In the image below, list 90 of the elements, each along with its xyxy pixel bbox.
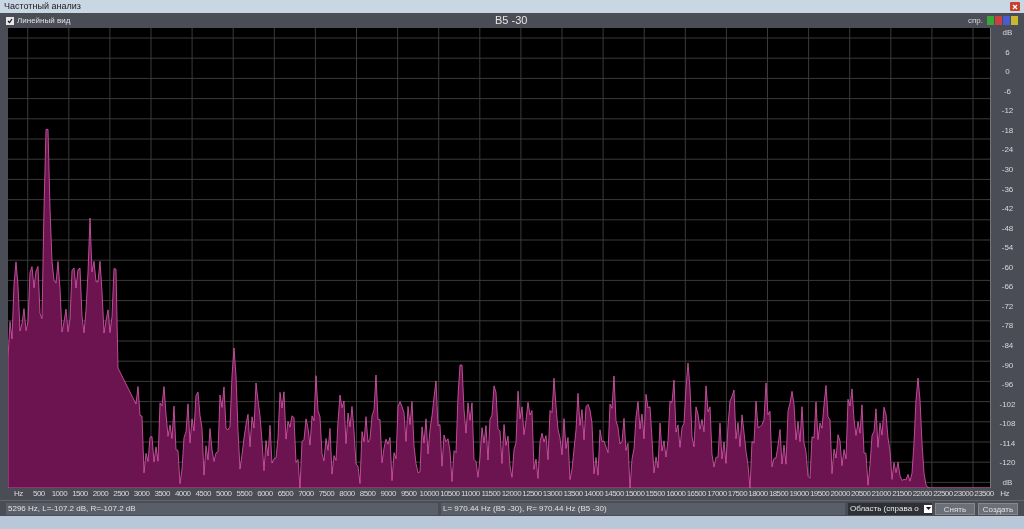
action-button[interactable]: Создать [978,502,1018,515]
x-axis-label: 11500 [480,490,502,498]
y-axis-label: -42 [1001,205,1014,214]
y-axis-label: dB [1002,478,1013,487]
channel-toggle[interactable] [995,16,1002,25]
x-axis-label: 19500 [809,490,830,498]
y-axis-label: -18 [1001,126,1014,135]
x-axis-label: 2500 [112,490,130,498]
y-axis-label: -120 [999,459,1016,468]
y-axis-label: -54 [1001,244,1014,253]
y-axis-label: -48 [1001,224,1014,233]
channel-toggle[interactable] [1003,16,1010,25]
x-axis-label: 17500 [727,490,748,498]
marker-readout: L= 970.44 Hz (B5 -30), R= 970.44 Hz (B5 -30) [441,502,845,515]
x-axis-label: Hz [999,490,1010,498]
checkbox-label: Линейный вид [17,16,71,25]
x-axis-label: 8000 [338,490,356,498]
y-axis-label: -72 [1001,302,1014,311]
x-axis-label: 5000 [215,490,233,498]
x-axis-label: 12000 [501,490,522,498]
cursor-readout: 5296 Hz, L=-107.2 dB, R=-107.2 dB [6,502,438,515]
close-button[interactable] [1010,2,1020,11]
y-axis-label: -84 [1001,342,1014,350]
y-axis-label: -60 [1001,263,1014,272]
x-axis-label: 18000 [747,490,769,498]
y-axis-label: 0 [1005,68,1010,77]
y-axis-label: -90 [1001,361,1014,370]
x-axis-label: 8500 [358,490,377,498]
y-axis-label: -108 [999,420,1016,429]
y-axis-label: dB [1002,29,1013,37]
x-axis-label: 20500 [850,490,871,498]
y-axis-label: -36 [1001,185,1014,194]
x-axis-label: 11000 [460,490,481,498]
x-axis-label: 3000 [132,490,151,498]
trace-title: B5 -30 [495,15,528,26]
y-axis-label: -6 [1003,87,1012,96]
x-axis-label: 7000 [297,490,315,498]
x-axis-label: 15500 [645,490,666,498]
checkbox[interactable] [6,16,14,25]
x-axis-label: 10000 [418,490,440,498]
caret-icon [925,507,931,510]
x-axis-label: 16500 [686,490,707,498]
y-axis-label: -114 [999,439,1016,448]
x-axis-label: 22500 [932,490,954,498]
x-axis-label: 500 [32,490,46,498]
close-icon [1012,3,1018,10]
x-axis-label: 23500 [973,490,995,498]
y-axis-label: 6 [1005,48,1010,57]
channel-label: спр. [968,16,983,25]
x-axis-label: 2000 [91,490,110,498]
x-axis-label: 19000 [788,490,810,498]
window-title: Частотный анализ [4,2,81,11]
channel-toggle[interactable] [1011,16,1018,25]
x-axis-label: 10500 [439,490,461,498]
x-axis-label: 14000 [583,490,604,498]
x-axis-label: 15000 [624,490,645,498]
y-axis-label: -102 [999,400,1016,409]
y-axis-label: -66 [1001,283,1014,292]
x-axis-label: 18500 [768,490,789,498]
x-axis-label: 14500 [604,490,625,498]
x-axis-label: 3500 [153,490,171,498]
x-axis-label: 9500 [399,490,418,498]
x-axis-label: 1000 [50,490,69,498]
x-axis-label: 21500 [891,490,913,498]
x-axis-label: 23000 [953,490,974,498]
x-axis-label: 13500 [562,490,584,498]
x-axis-label: Hz [13,490,24,498]
y-axis-label: -12 [1001,107,1014,116]
x-axis-label: 7500 [317,490,336,498]
y-axis-label: -30 [1001,165,1014,174]
x-axis-label: 4000 [173,490,192,498]
range-dropdown[interactable]: Область (справа о [848,502,932,515]
y-axis-label: -24 [1001,146,1014,155]
x-axis-label: 5500 [235,490,254,498]
x-axis-label: 17000 [706,490,728,498]
x-axis-label: 13000 [542,490,563,498]
x-axis-label: 1500 [71,490,89,498]
x-axis-label: 22000 [912,490,933,498]
x-axis-label: 16000 [665,490,687,498]
channel-toggle[interactable] [987,16,994,25]
x-axis-label: 4500 [194,490,212,498]
x-axis-label: 9000 [379,490,397,498]
x-axis-label: 20000 [830,490,851,498]
x-axis-label: 6000 [256,490,274,498]
x-axis-label: 12500 [521,490,543,498]
action-button[interactable]: Снять [935,502,975,515]
y-axis-label: -96 [1001,381,1014,390]
x-axis-label: 21000 [871,490,892,498]
x-axis-label: 6500 [276,490,295,498]
y-axis-label: -78 [1001,322,1014,331]
